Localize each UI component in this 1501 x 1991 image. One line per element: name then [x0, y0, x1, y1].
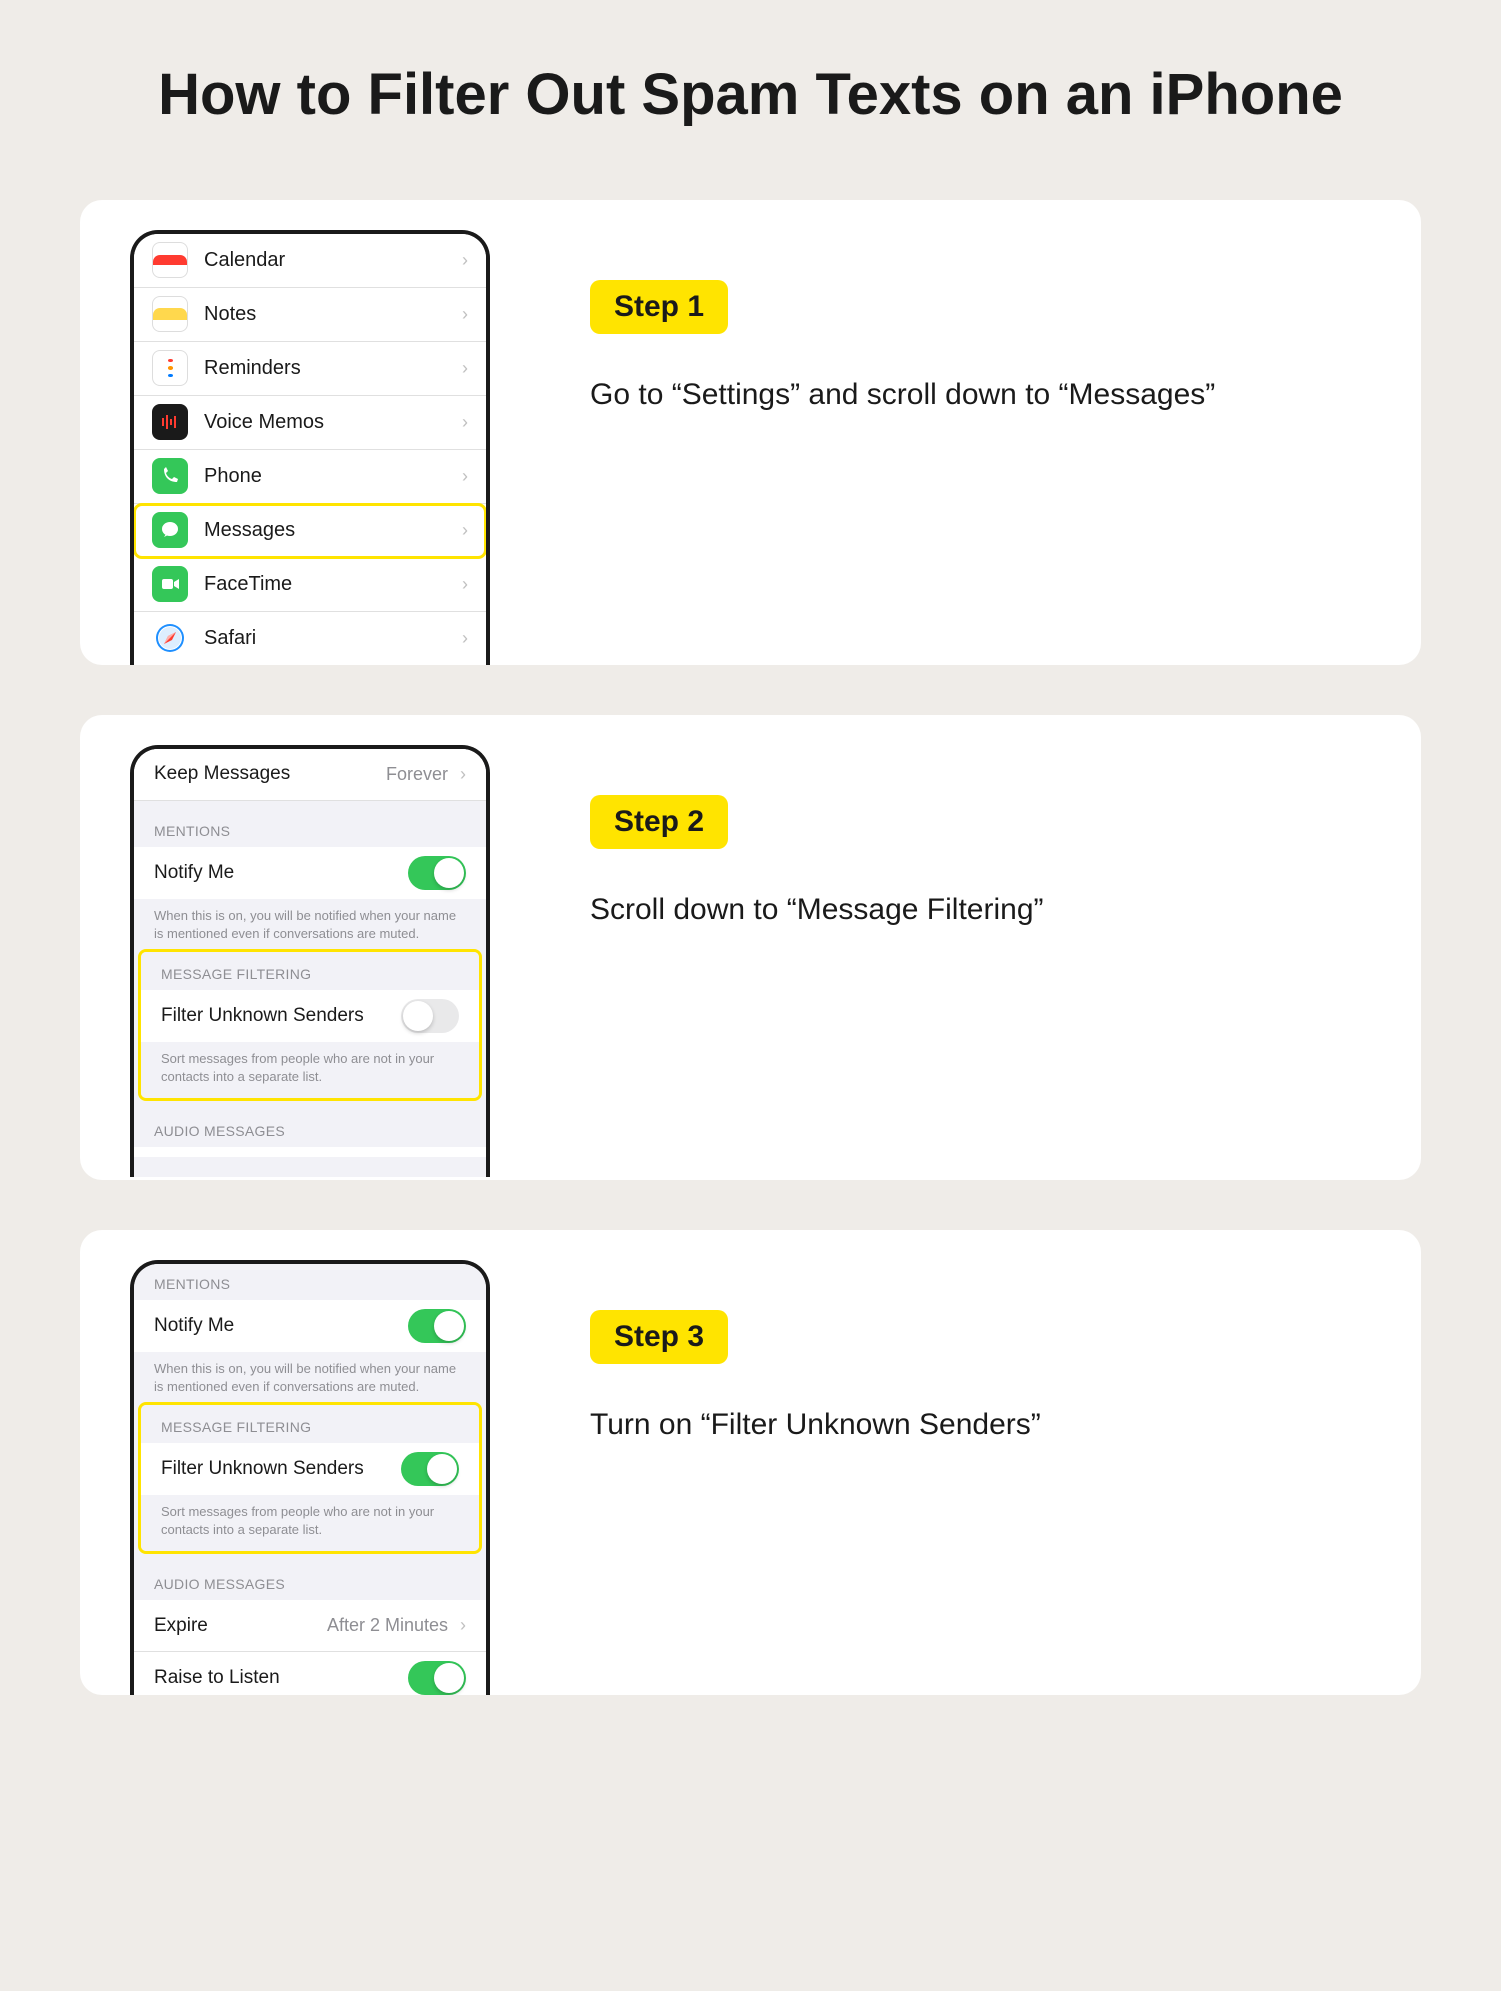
row-label: Keep Messages [154, 763, 374, 785]
settings-row-safari[interactable]: Safari › [134, 612, 486, 665]
highlighted-filtering-section: MESSAGE FILTERING Filter Unknown Senders… [138, 1402, 482, 1554]
expire-row[interactable]: Expire After 2 Minutes › [134, 1600, 486, 1652]
section-footer: When this is on, you will be notified wh… [134, 899, 486, 945]
settings-label: FaceTime [204, 573, 446, 596]
step-description: Turn on “Filter Unknown Senders” [590, 1402, 1361, 1449]
step-badge: Step 3 [590, 1310, 728, 1364]
section-header-mentions: MENTIONS [134, 801, 486, 847]
settings-row-reminders[interactable]: Reminders › [134, 342, 486, 396]
step-badge: Step 2 [590, 795, 728, 849]
chevron-right-icon: › [460, 1615, 466, 1636]
settings-row-messages[interactable]: Messages › [134, 504, 486, 558]
settings-label: Messages [204, 519, 446, 542]
notify-me-row[interactable]: Notify Me [134, 1300, 486, 1352]
section-header-filtering: MESSAGE FILTERING [141, 1405, 479, 1443]
settings-row-voicememos[interactable]: Voice Memos › [134, 396, 486, 450]
settings-label: Calendar [204, 249, 446, 272]
chevron-right-icon: › [462, 628, 468, 649]
settings-label: Safari [204, 627, 446, 650]
settings-label: Phone [204, 465, 446, 488]
row-value: Forever [386, 764, 448, 785]
chevron-right-icon: › [462, 520, 468, 541]
row-label: Raise to Listen [154, 1667, 396, 1689]
notify-me-row[interactable]: Notify Me [134, 847, 486, 899]
row-label: Expire [154, 1615, 315, 1637]
row-value: After 2 Minutes [327, 1615, 448, 1636]
phone-mockup: Calendar › Notes › Reminders › Voice Mem… [130, 230, 490, 665]
row-label: Notify Me [154, 1315, 396, 1337]
chevron-right-icon: › [462, 412, 468, 433]
facetime-icon [152, 566, 188, 602]
calendar-icon [152, 242, 188, 278]
step-card-1: Calendar › Notes › Reminders › Voice Mem… [80, 200, 1421, 665]
reminders-icon [152, 350, 188, 386]
step-badge: Step 1 [590, 280, 728, 334]
row-label: Filter Unknown Senders [161, 1005, 389, 1027]
settings-label: Notes [204, 303, 446, 326]
settings-row-phone[interactable]: Phone › [134, 450, 486, 504]
phone-mockup: Keep Messages Forever › MENTIONS Notify … [130, 745, 490, 1178]
settings-row-calendar[interactable]: Calendar › [134, 234, 486, 288]
settings-row-notes[interactable]: Notes › [134, 288, 486, 342]
section-header-filtering: MESSAGE FILTERING [141, 952, 479, 990]
messages-settings-screen: MENTIONS Notify Me When this is on, you … [134, 1264, 486, 1695]
phone-mockup: MENTIONS Notify Me When this is on, you … [130, 1260, 490, 1695]
step-card-3: MENTIONS Notify Me When this is on, you … [80, 1230, 1421, 1695]
settings-label: Voice Memos [204, 411, 446, 434]
raise-to-listen-row[interactable]: Raise to Listen [134, 1652, 486, 1694]
settings-list: Calendar › Notes › Reminders › Voice Mem… [134, 234, 486, 665]
settings-label: Reminders [204, 357, 446, 380]
section-header-audio: AUDIO MESSAGES [134, 1554, 486, 1600]
toggle-switch[interactable] [408, 1661, 466, 1694]
phone-icon [152, 458, 188, 494]
row-label: Notify Me [154, 862, 396, 884]
section-footer: Sort messages from people who are not in… [141, 1495, 479, 1551]
section-footer: Sort messages from people who are not in… [141, 1042, 479, 1098]
filter-unknown-senders-row[interactable]: Filter Unknown Senders [141, 1443, 479, 1495]
keep-messages-row[interactable]: Keep Messages Forever › [134, 749, 486, 801]
step-description: Scroll down to “Message Filtering” [590, 887, 1361, 934]
section-header-audio: AUDIO MESSAGES [134, 1101, 486, 1147]
section-header-mentions: MENTIONS [134, 1264, 486, 1300]
chevron-right-icon: › [462, 250, 468, 271]
section-footer: When this is on, you will be notified wh… [134, 1352, 486, 1398]
row-label: Filter Unknown Senders [161, 1458, 389, 1480]
safari-icon [152, 620, 188, 656]
settings-row-facetime[interactable]: FaceTime › [134, 558, 486, 612]
chevron-right-icon: › [462, 574, 468, 595]
toggle-switch[interactable] [408, 856, 466, 890]
notes-icon [152, 296, 188, 332]
toggle-switch[interactable] [401, 1452, 459, 1486]
toggle-switch[interactable] [408, 1309, 466, 1343]
chevron-right-icon: › [462, 358, 468, 379]
filter-unknown-senders-row[interactable]: Filter Unknown Senders [141, 990, 479, 1042]
chevron-right-icon: › [460, 764, 466, 785]
toggle-switch[interactable] [401, 999, 459, 1033]
chevron-right-icon: › [462, 304, 468, 325]
page-title: How to Filter Out Spam Texts on an iPhon… [80, 60, 1421, 130]
partial-row [134, 1147, 486, 1157]
voice-memos-icon [152, 404, 188, 440]
chevron-right-icon: › [462, 466, 468, 487]
messages-icon [152, 512, 188, 548]
step-description: Go to “Settings” and scroll down to “Mes… [590, 372, 1361, 419]
messages-settings-screen: Keep Messages Forever › MENTIONS Notify … [134, 749, 486, 1178]
highlighted-filtering-section: MESSAGE FILTERING Filter Unknown Senders… [138, 949, 482, 1101]
step-card-2: Keep Messages Forever › MENTIONS Notify … [80, 715, 1421, 1180]
